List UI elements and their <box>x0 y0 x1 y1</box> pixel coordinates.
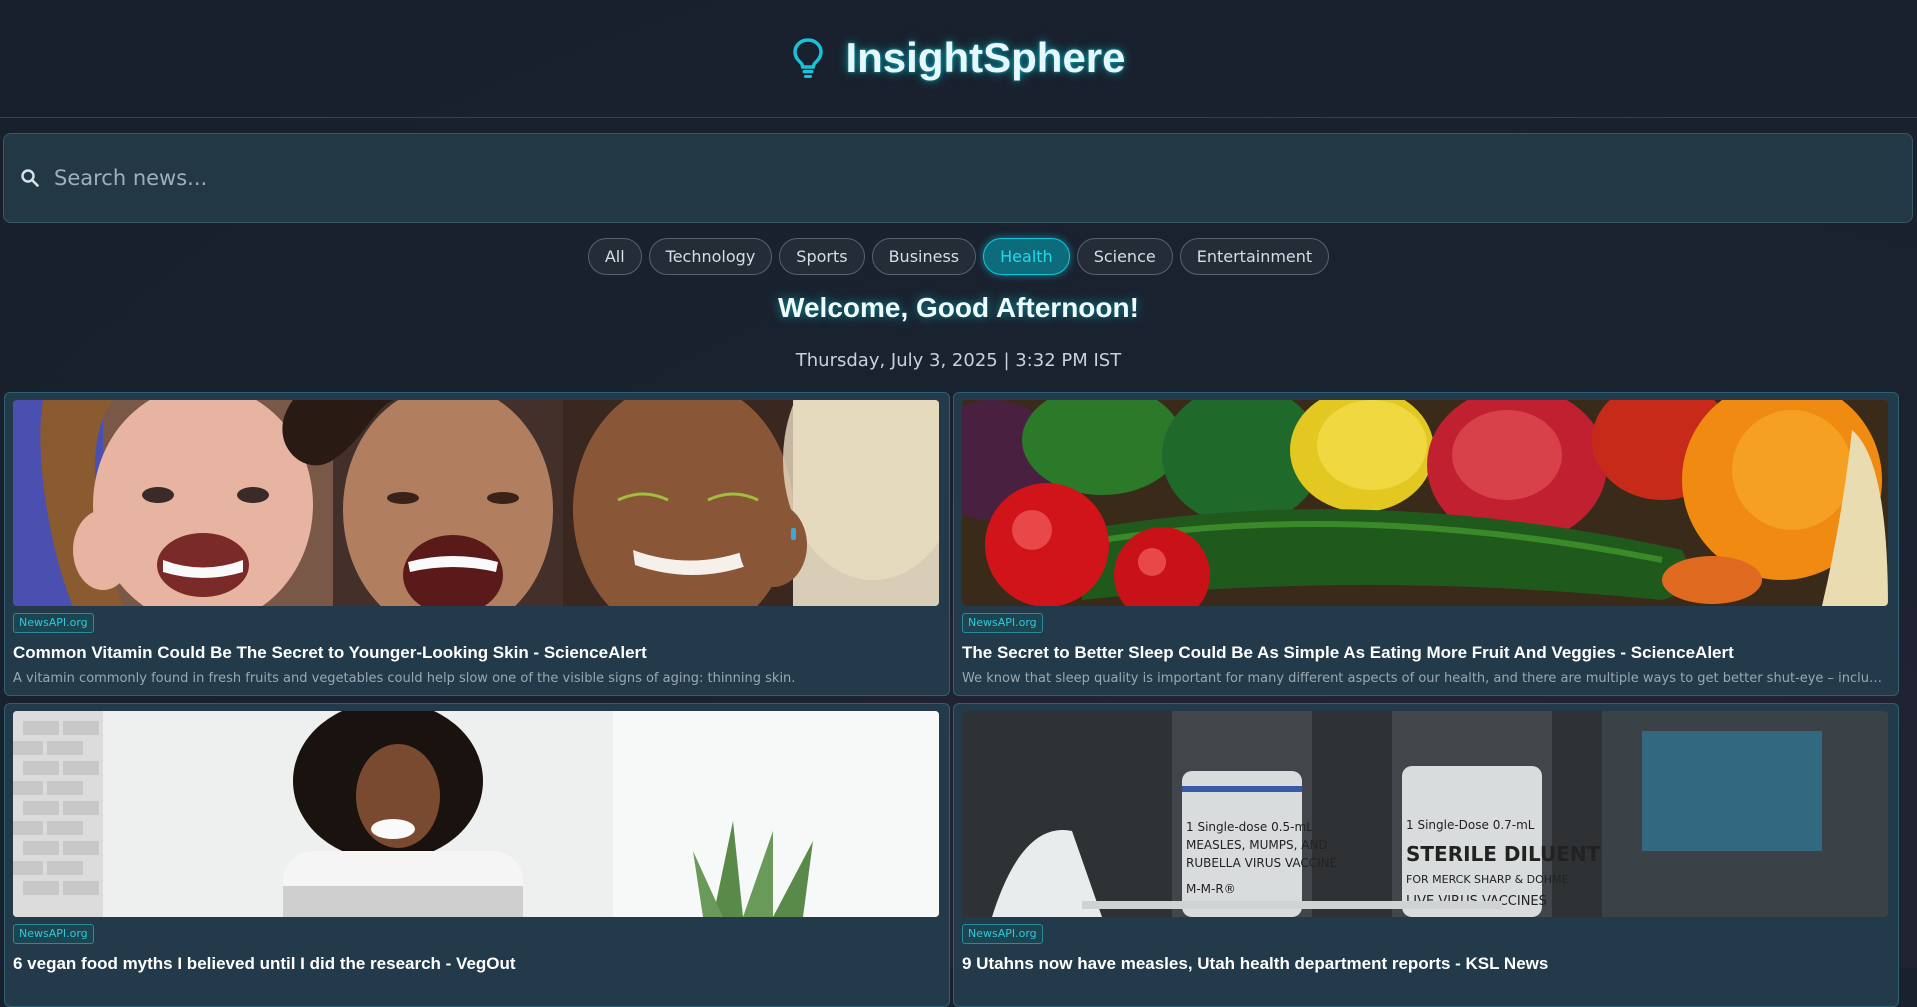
woman-at-laptop-photo[interactable] <box>13 711 939 917</box>
source-badge: NewsAPI.org <box>962 924 1043 944</box>
article-title[interactable]: Common Vitamin Could Be The Secret to Yo… <box>13 643 939 663</box>
svg-text:FOR MERCK SHARP & DOHME: FOR MERCK SHARP & DOHME <box>1406 873 1569 886</box>
source-badge: NewsAPI.org <box>13 613 94 633</box>
source-badge: NewsAPI.org <box>962 613 1043 633</box>
news-card[interactable]: NewsAPI.org Common Vitamin Could Be The … <box>4 392 950 696</box>
svg-text:1 Single-Dose 0.7-mL: 1 Single-Dose 0.7-mL <box>1406 818 1535 832</box>
article-title[interactable]: 9 Utahns now have measles, Utah health d… <box>962 954 1888 974</box>
category-entertainment[interactable]: Entertainment <box>1179 238 1330 275</box>
news-card[interactable]: NewsAPI.org 6 vegan food myths I believe… <box>4 703 950 1007</box>
article-description: We know that sleep quality is important … <box>962 671 1888 686</box>
app-title: InsightSphere <box>845 34 1126 81</box>
three-smiling-women-photo[interactable] <box>13 400 939 606</box>
news-card[interactable]: 1 Single-dose 0.5-mL MEASLES, MUMPS, AND… <box>953 703 1899 1007</box>
category-technology[interactable]: Technology <box>648 238 773 275</box>
vaccine-vials-photo[interactable]: 1 Single-dose 0.5-mL MEASLES, MUMPS, AND… <box>962 711 1888 917</box>
svg-text:MEASLES, MUMPS, AND: MEASLES, MUMPS, AND <box>1186 838 1328 852</box>
article-title[interactable]: The Secret to Better Sleep Could Be As S… <box>962 643 1888 663</box>
svg-text:RUBELLA VIRUS VACCINE: RUBELLA VIRUS VACCINE <box>1186 856 1337 870</box>
category-science[interactable]: Science <box>1076 238 1173 275</box>
svg-text:M-M-R®: M-M-R® <box>1186 882 1236 896</box>
fruits-vegetables-photo[interactable] <box>962 400 1888 606</box>
category-filter: All Technology Sports Business Health Sc… <box>0 238 1917 275</box>
article-description: A vitamin commonly found in fresh fruits… <box>13 671 796 686</box>
app-header: InsightSphere <box>0 0 1917 118</box>
lightbulb-icon <box>793 38 824 78</box>
article-title[interactable]: 6 vegan food myths I believed until I di… <box>13 954 939 974</box>
category-sports[interactable]: Sports <box>779 238 865 275</box>
category-all[interactable]: All <box>587 238 642 275</box>
search-input[interactable] <box>54 148 1912 208</box>
news-card[interactable]: NewsAPI.org The Secret to Better Sleep C… <box>953 392 1899 696</box>
source-badge: NewsAPI.org <box>13 924 94 944</box>
category-business[interactable]: Business <box>871 238 977 275</box>
category-health[interactable]: Health <box>983 238 1070 275</box>
svg-text:STERILE DILUENT: STERILE DILUENT <box>1406 842 1601 866</box>
brand: InsightSphere <box>0 34 1917 82</box>
search-bar[interactable] <box>3 133 1913 223</box>
svg-text:1 Single-dose 0.5-mL: 1 Single-dose 0.5-mL <box>1186 820 1313 834</box>
search-icon <box>21 169 39 187</box>
current-datetime: Thursday, July 3, 2025 | 3:32 PM IST <box>795 350 1122 371</box>
greeting: Welcome, Good Afternoon! <box>778 292 1139 323</box>
